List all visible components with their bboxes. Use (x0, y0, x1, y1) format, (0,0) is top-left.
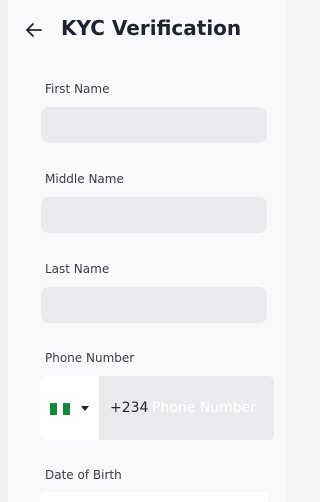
first-name-label: First Name (45, 82, 110, 96)
phone-number-field: +234 (40, 376, 274, 440)
last-name-label: Last Name (45, 262, 110, 276)
first-name-input[interactable] (41, 107, 267, 143)
nigeria-flag-icon (50, 403, 71, 415)
country-code-picker[interactable] (40, 376, 99, 440)
kyc-verification-screen: KYC Verification First Name Middle Name … (0, 0, 286, 502)
arrow-left-icon[interactable] (24, 20, 44, 40)
dial-code: +234 (110, 400, 149, 416)
middle-name-input[interactable] (41, 197, 267, 233)
background-edge (0, 0, 8, 502)
middle-name-label: Middle Name (45, 172, 124, 186)
phone-number-input[interactable] (152, 396, 270, 420)
date-of-birth-label: Date of Birth (45, 468, 122, 482)
last-name-input[interactable] (41, 287, 267, 323)
chevron-down-icon (81, 406, 89, 411)
date-of-birth-input[interactable] (40, 492, 268, 502)
phone-number-label: Phone Number (45, 351, 135, 365)
page-title: KYC Verification (61, 16, 242, 40)
